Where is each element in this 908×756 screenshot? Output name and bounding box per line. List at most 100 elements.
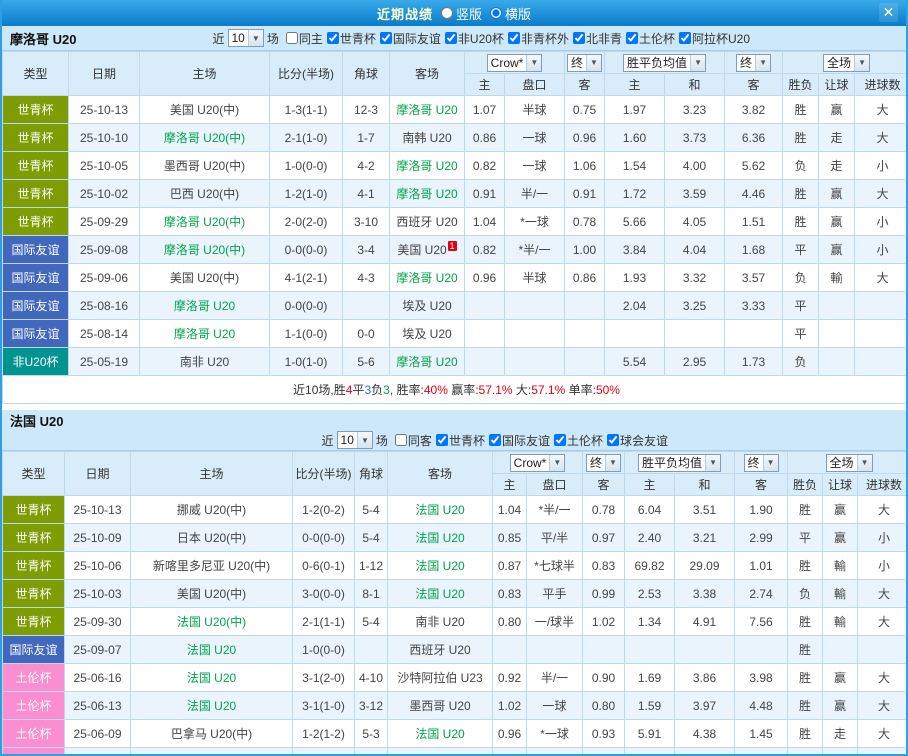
col-header-type: 类型	[3, 52, 69, 96]
competition-filter[interactable]: 非U20杯	[445, 30, 504, 47]
avg-draw-odds-cell: 4.04	[665, 236, 725, 264]
date-cell: 25-10-13	[69, 96, 140, 124]
horizontal-layout-radio[interactable]	[490, 7, 502, 19]
competition-filter-checkbox[interactable]	[327, 32, 339, 44]
stats-summary: 近10场,胜4平3负3, 胜率:40% 赢率:57.1% 大:57.1% 单率:…	[3, 376, 908, 404]
handicap-cell: 半/一	[527, 664, 583, 692]
competition-filter-checkbox[interactable]	[380, 32, 392, 44]
final-select-cell: 终▼	[583, 452, 625, 474]
competition-filter-checkbox[interactable]	[395, 434, 407, 446]
summary-segment: 57.1%	[479, 383, 513, 397]
col-header-avg-home: 主	[625, 474, 675, 496]
final-odds-select[interactable]: 终▼	[736, 54, 771, 72]
competition-filter-checkbox[interactable]	[626, 32, 638, 44]
competition-filter[interactable]: 世青杯	[327, 30, 376, 47]
competition-type-cell: 土伦杯	[3, 692, 65, 720]
match-count-select[interactable]: 10▼	[337, 431, 373, 449]
dropdown-arrow-icon: ▼	[586, 55, 601, 71]
avg-away-odds-cell: 3.57	[725, 264, 783, 292]
competition-filter-checkbox[interactable]	[436, 434, 448, 446]
competition-filter[interactable]: 球会友谊	[607, 432, 668, 449]
odds-company-select[interactable]: Crow*▼	[510, 454, 566, 472]
handicap-cell: *一球	[527, 720, 583, 748]
goals-cell: 大	[858, 664, 908, 692]
recent-results-window: 近期战绩 竖版 横版 ✕ 摩洛哥 U20 近 10▼ 场 同主世青杯国际友谊非U…	[0, 0, 908, 756]
avg-draw-odds-cell	[665, 320, 725, 348]
summary-segment: 3	[383, 383, 390, 397]
date-cell: 25-06-06	[65, 748, 131, 756]
competition-filter-checkbox[interactable]	[508, 32, 520, 44]
competition-filter-checkbox[interactable]	[607, 434, 619, 446]
competition-filter[interactable]: 北非青	[573, 30, 622, 47]
competition-filter-checkbox[interactable]	[573, 32, 585, 44]
competition-type-cell: 世青杯	[3, 152, 69, 180]
competition-filter[interactable]: 国际友谊	[380, 30, 441, 47]
competition-filter-label: 球会友谊	[620, 432, 668, 449]
competition-type-cell: 世青杯	[3, 124, 69, 152]
avg-draw-odds-cell	[675, 636, 735, 664]
goals-cell: 小	[858, 524, 908, 552]
final-odds-value: 终	[740, 54, 752, 71]
vertical-layout-radio[interactable]	[441, 7, 453, 19]
competition-filter-checkbox[interactable]	[489, 434, 501, 446]
competition-filter[interactable]: 国际友谊	[489, 432, 550, 449]
avg-odds-select[interactable]: 胜平负均值▼	[623, 54, 706, 72]
score-cell: 4-1(2-1)	[270, 264, 343, 292]
competition-filter-checkbox[interactable]	[679, 32, 691, 44]
scope-select[interactable]: 全场▼	[826, 454, 873, 472]
competition-filter-checkbox[interactable]	[445, 32, 457, 44]
avg-draw-odds-cell: 3.59	[665, 180, 725, 208]
col-header-score: 比分(半场)	[270, 52, 343, 96]
final-odds-select[interactable]: 终▼	[567, 54, 602, 72]
result-cell: 平	[783, 320, 819, 348]
away-team-cell: 法国 U20	[388, 496, 493, 524]
avg-home-odds-cell: 1.69	[625, 664, 675, 692]
dropdown-arrow-icon: ▼	[605, 455, 620, 471]
avg-odds-select[interactable]: 胜平负均值▼	[638, 454, 721, 472]
competition-filter[interactable]: 土伦杯	[626, 30, 675, 47]
crow-select-cell: Crow*▼	[493, 452, 583, 474]
competition-filter[interactable]: 非青杯外	[508, 30, 569, 47]
competition-filter-checkbox[interactable]	[554, 434, 566, 446]
scope-select[interactable]: 全场▼	[823, 54, 870, 72]
date-cell: 25-10-09	[65, 524, 131, 552]
card-badge: 1	[448, 241, 457, 251]
final-odds-select[interactable]: 终▼	[744, 454, 779, 472]
competition-filter[interactable]: 同主	[286, 30, 323, 47]
competition-filter[interactable]: 阿拉杯U20	[679, 30, 750, 47]
match-row: 世青杯25-10-13挪威 U20(中)1-2(0-2)5-4法国 U201.0…	[3, 496, 908, 524]
final-odds-value: 终	[571, 54, 583, 71]
match-row: 国际友谊25-09-08摩洛哥 U20(中)0-0(0-0)3-4美国 U201…	[3, 236, 908, 264]
goals-cell: 大	[858, 608, 908, 636]
competition-filter[interactable]: 同客	[395, 432, 432, 449]
competition-filter-checkbox[interactable]	[286, 32, 298, 44]
avg-draw-odds-cell: 3.32	[665, 264, 725, 292]
home-team-cell: 法国 U20(中)	[131, 608, 293, 636]
home-team-cell: 巴西 U20(中)	[140, 180, 270, 208]
dropdown-arrow-icon: ▼	[763, 455, 778, 471]
score-cell: 3-1(2-0)	[293, 664, 355, 692]
avg-draw-odds-cell: 3.38	[675, 580, 735, 608]
close-icon[interactable]: ✕	[879, 3, 898, 22]
summary-segment: 50%	[596, 383, 620, 397]
crow-away-odds-cell: 0.78	[583, 496, 625, 524]
match-row: 世青杯25-10-03美国 U20(中)3-0(0-0)8-1法国 U200.8…	[3, 580, 908, 608]
match-count-select[interactable]: 10▼	[228, 29, 264, 47]
match-row: 国际友谊25-08-16摩洛哥 U200-0(0-0)埃及 U202.043.2…	[3, 292, 908, 320]
col-header-home: 主场	[131, 452, 293, 496]
handicap-result-cell: 赢	[823, 496, 858, 524]
avg-home-odds-cell: 1.93	[605, 264, 665, 292]
final-odds-select[interactable]: 终▼	[586, 454, 621, 472]
layout-option-vertical[interactable]: 竖版	[441, 4, 482, 23]
away-team-cell: 南非 U20	[388, 608, 493, 636]
avg-select-cell: 胜平负均值▼	[625, 452, 735, 474]
date-cell: 25-10-06	[65, 552, 131, 580]
competition-filter[interactable]: 土伦杯	[554, 432, 603, 449]
match-row: 世青杯25-10-09日本 U20(中)0-0(0-0)5-4法国 U200.8…	[3, 524, 908, 552]
layout-option-horizontal[interactable]: 横版	[490, 4, 531, 23]
competition-filter[interactable]: 世青杯	[436, 432, 485, 449]
handicap-result-cell: 輸	[819, 264, 855, 292]
home-team-cell: 美国 U20(中)	[131, 580, 293, 608]
away-team-cell: 摩洛哥 U20	[390, 264, 465, 292]
odds-company-select[interactable]: Crow*▼	[487, 54, 543, 72]
